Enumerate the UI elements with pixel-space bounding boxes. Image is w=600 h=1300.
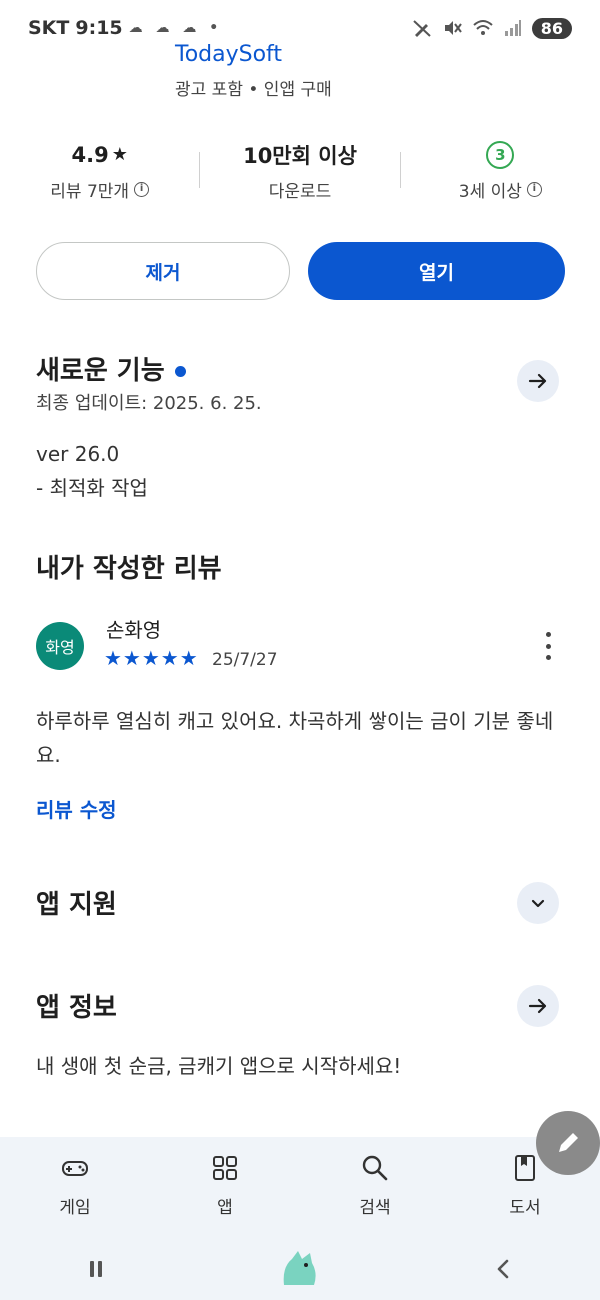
nav-label: 도서 (509, 1198, 541, 1218)
version-text: ver 26.0 (36, 442, 120, 466)
bottom-navigation: 게임 앱 검색 도서 (0, 1137, 600, 1237)
my-review-title: 내가 작성한 리뷰 (36, 554, 222, 584)
review-date: 25/7/27 (212, 650, 278, 670)
age-rating-text: 3세 이상 (458, 181, 522, 202)
recent-apps-icon[interactable] (84, 1257, 108, 1281)
back-icon[interactable] (492, 1257, 516, 1281)
age-rating-stat[interactable]: 3 3세 이상 i (401, 139, 600, 202)
status-right: 86 (412, 17, 572, 39)
search-icon (362, 1155, 388, 1181)
clock: 9:15 (75, 17, 123, 39)
more-vert-icon[interactable] (540, 632, 556, 660)
review-count-label: 리뷰 7만개 (50, 181, 130, 202)
edit-fab-button[interactable] (536, 1111, 600, 1175)
reviewer-name: 손화영 (106, 618, 162, 642)
mute-icon (444, 21, 462, 35)
last-updated: 최종 업데이트: 2025. 6. 25. (36, 393, 262, 414)
pen-off-icon (413, 20, 431, 37)
developer-link[interactable]: TodaySoft (175, 42, 332, 67)
avatar: 화영 (36, 622, 84, 670)
nav-item-apps[interactable]: 앱 (150, 1137, 300, 1237)
age-rating-value: 3 (486, 139, 515, 171)
rating-stat[interactable]: 4.9 ★ 리뷰 7만개 i (0, 139, 199, 202)
app-header: TodaySoft 광고 포함 • 인앱 구매 (175, 42, 332, 100)
app-support-expand-button[interactable] (517, 882, 559, 924)
app-support-title[interactable]: 앱 지원 (36, 884, 117, 921)
age-rating-badge: 3 (486, 140, 515, 169)
nav-label: 앱 (217, 1198, 233, 1218)
status-left: SKT 9:15 ☁ ☁ ☁ • (28, 17, 222, 39)
downloads-label: 다운로드 (268, 181, 332, 202)
pencil-icon (559, 1133, 578, 1152)
downloads-value: 10만회 이상 (243, 143, 357, 168)
age-rating-label: 3세 이상 i (459, 177, 542, 202)
info-icon: i (526, 181, 542, 197)
star-rating: ★★★★★ (104, 646, 199, 670)
app-description: 내 생애 첫 순금, 금캐기 앱으로 시작하세요! (36, 1054, 402, 1078)
star-icon: ★ (111, 144, 128, 165)
release-notes: - 최적화 작업 (36, 476, 148, 500)
gamepad-icon (62, 1161, 88, 1176)
arrow-right-icon (528, 998, 547, 1014)
battery-level: 86 (531, 17, 572, 39)
review-text: 하루하루 열심히 캐고 있어요. 차곡하게 쌓이는 금이 기분 좋네요. (36, 709, 554, 767)
nav-item-search[interactable]: 검색 (300, 1137, 450, 1237)
chevron-down-icon (531, 899, 545, 908)
review-count: 리뷰 7만개 i (50, 177, 150, 202)
home-icon[interactable] (276, 1245, 324, 1293)
system-navigation-bar (0, 1237, 600, 1300)
nav-item-games[interactable]: 게임 (0, 1137, 150, 1237)
app-info-title: 앱 정보 (36, 993, 117, 1023)
app-meta: 광고 포함 • 인앱 구매 (175, 80, 332, 100)
info-icon: i (134, 181, 150, 197)
rating-number: 4.9 (71, 142, 109, 167)
notification-icons: ☁ ☁ ☁ • (128, 20, 223, 36)
whats-new-title: 새로운 기능 (36, 350, 186, 387)
new-indicator-dot (174, 366, 186, 377)
book-icon (515, 1155, 535, 1181)
stats-row: 4.9 ★ 리뷰 7만개 i 10만회 이상 다운로드 3 3세 이상 i (0, 135, 600, 205)
open-button[interactable]: 열기 (308, 242, 565, 300)
edit-review-link[interactable]: 리뷰 수정 (36, 794, 117, 823)
nav-label: 검색 (359, 1198, 391, 1218)
downloads-stat: 10만회 이상 다운로드 (200, 139, 399, 202)
rating-value: 4.9 ★ (71, 139, 127, 171)
signal-icon (504, 20, 521, 36)
app-info-arrow-button[interactable] (517, 985, 559, 1027)
whats-new-title-text: 새로운 기능 (36, 356, 165, 386)
apps-grid-icon (213, 1156, 237, 1180)
whats-new-arrow-button[interactable] (517, 360, 559, 402)
uninstall-button[interactable]: 제거 (36, 242, 290, 300)
nav-label: 게임 (59, 1198, 91, 1218)
arrow-right-icon (528, 373, 547, 389)
carrier: SKT (28, 17, 70, 39)
wifi-icon (473, 20, 493, 35)
